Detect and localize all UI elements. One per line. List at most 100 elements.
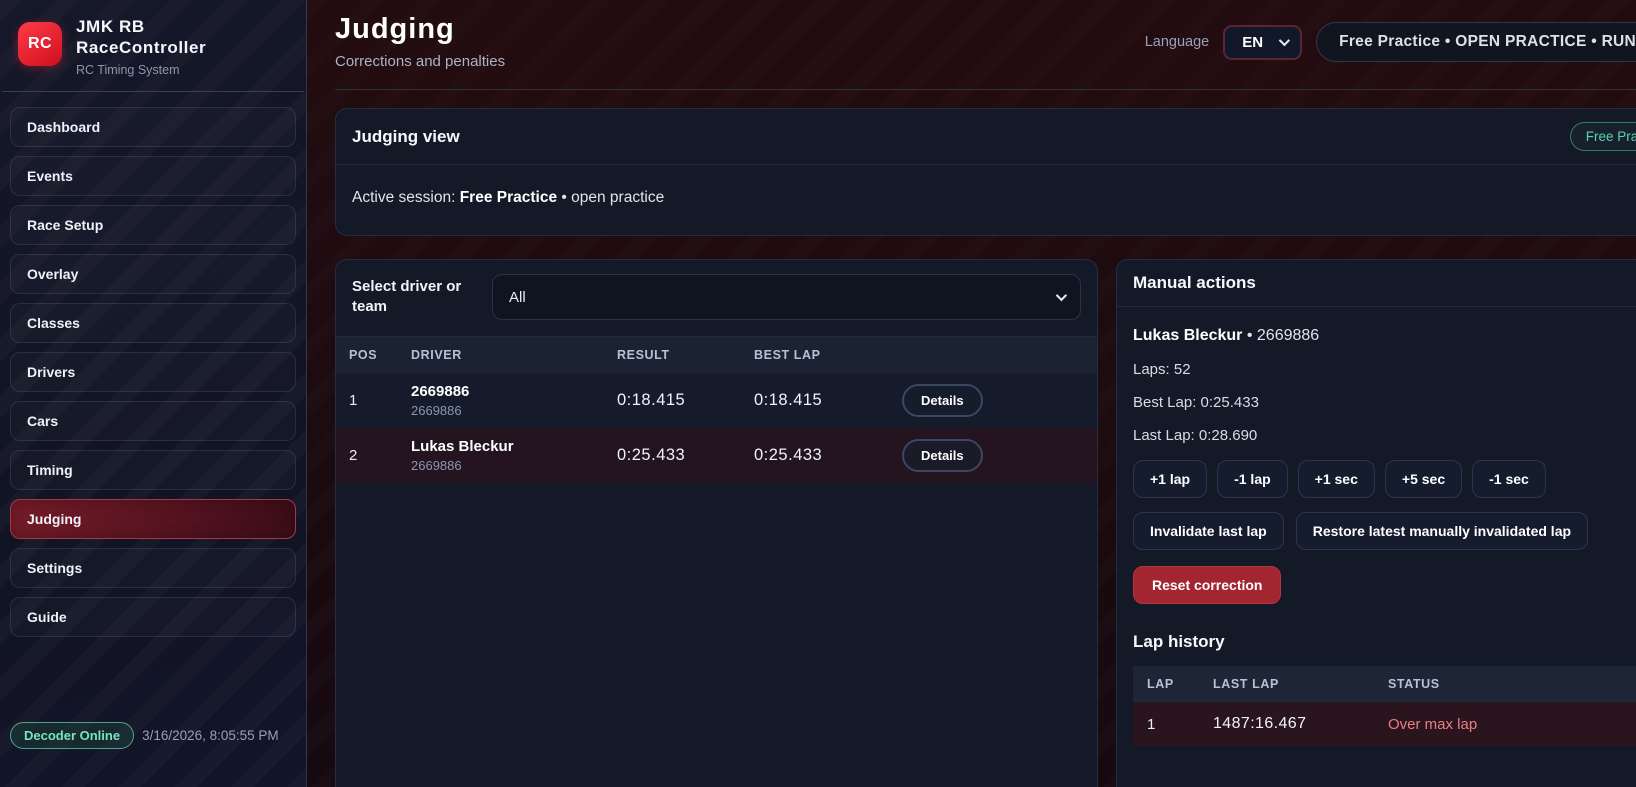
driver-select-row: Select driver or team All bbox=[336, 260, 1097, 337]
sidebar-item-race-setup[interactable]: Race Setup bbox=[10, 205, 296, 245]
lap-history-table: LAP LAST LAP STATUS 1 1487:16.467 Over m… bbox=[1133, 666, 1636, 746]
judging-view-header: Judging view Free Practice bbox=[336, 109, 1636, 165]
manual-actions-body: Lukas Bleckur • 2669886 Laps: 52 Best La… bbox=[1117, 307, 1636, 766]
sidebar-item-cars[interactable]: Cars bbox=[10, 401, 296, 441]
lap-history-title: Lap history bbox=[1133, 632, 1636, 652]
active-session-label: Active session: bbox=[352, 189, 455, 206]
col-header-best-lap: BEST LAP bbox=[754, 337, 902, 373]
sidebar-item-judging[interactable]: Judging bbox=[10, 499, 296, 539]
session-status-badge: Free Practice • OPEN PRACTICE • RUNNING bbox=[1316, 22, 1636, 62]
driver-select[interactable]: All bbox=[492, 274, 1081, 320]
driver-results-table: POS DRIVER RESULT BEST LAP 1 2669886 266… bbox=[336, 337, 1097, 483]
manual-actions-header: Manual actions bbox=[1117, 260, 1636, 307]
page-subtitle: Corrections and penalties bbox=[335, 53, 505, 70]
sidebar-item-classes[interactable]: Classes bbox=[10, 303, 296, 343]
col-header-status: STATUS bbox=[1388, 666, 1636, 702]
sidebar-item-drivers[interactable]: Drivers bbox=[10, 352, 296, 392]
col-header-actions bbox=[902, 337, 1097, 373]
cell-driver: Lukas Bleckur 2669886 bbox=[411, 428, 617, 483]
driver-select-value: All bbox=[509, 289, 526, 306]
sidebar-item-guide[interactable]: Guide bbox=[10, 597, 296, 637]
plus-5-sec-button[interactable]: +5 sec bbox=[1385, 460, 1462, 498]
lap-history-row[interactable]: 1 1487:16.467 Over max lap bbox=[1133, 702, 1636, 746]
cell-pos: 2 bbox=[336, 428, 411, 483]
decoder-online-badge: Decoder Online bbox=[10, 722, 134, 749]
reset-correction-button[interactable]: Reset correction bbox=[1133, 566, 1281, 604]
brand-subtitle: RC Timing System bbox=[76, 63, 206, 77]
best-lap-value: Best Lap: 0:25.433 bbox=[1133, 394, 1636, 411]
col-header-pos: POS bbox=[336, 337, 411, 373]
status-timestamp: 3/16/2026, 8:05:55 PM bbox=[142, 728, 279, 743]
minus-1-sec-button[interactable]: -1 sec bbox=[1472, 460, 1546, 498]
page-title: Judging bbox=[335, 13, 505, 46]
app-logo-icon: RC bbox=[18, 22, 62, 66]
active-session-type: • open practice bbox=[561, 189, 664, 206]
selected-driver-name: Lukas Bleckur bbox=[1133, 327, 1242, 344]
driver-transponder: 2669886 bbox=[411, 458, 617, 473]
manual-actions-card: Manual actions Lukas Bleckur • 2669886 L… bbox=[1116, 259, 1636, 787]
col-header-driver: DRIVER bbox=[411, 337, 617, 373]
driver-name: Lukas Bleckur bbox=[411, 438, 617, 455]
chevron-down-icon bbox=[1056, 290, 1067, 301]
language-label: Language bbox=[1145, 34, 1210, 50]
cell-lap-status: Over max lap bbox=[1388, 702, 1636, 746]
col-header-last-lap: LAST LAP bbox=[1213, 666, 1388, 702]
sidebar-item-overlay[interactable]: Overlay bbox=[10, 254, 296, 294]
plus-1-sec-button[interactable]: +1 sec bbox=[1298, 460, 1375, 498]
cell-pos: 1 bbox=[336, 373, 411, 428]
content-columns: Select driver or team All POS DRIVER RES… bbox=[335, 259, 1636, 787]
driver-name: 2669886 bbox=[411, 383, 617, 400]
active-session-line: Active session: Free Practice • open pra… bbox=[336, 165, 1636, 235]
cell-best-lap: 0:25.433 bbox=[754, 428, 902, 483]
col-header-lap: LAP bbox=[1133, 666, 1213, 702]
sidebar-nav: Dashboard Events Race Setup Overlay Clas… bbox=[0, 92, 306, 637]
plus-1-lap-button[interactable]: +1 lap bbox=[1133, 460, 1207, 498]
cell-lap-number: 1 bbox=[1133, 702, 1213, 746]
restore-invalidated-lap-button[interactable]: Restore latest manually invalidated lap bbox=[1296, 512, 1588, 550]
table-row[interactable]: 1 2669886 2669886 0:18.415 0:18.415 Deta… bbox=[336, 373, 1097, 428]
driver-results-card: Select driver or team All POS DRIVER RES… bbox=[335, 259, 1098, 787]
language-value: EN bbox=[1242, 34, 1263, 51]
sidebar-item-timing[interactable]: Timing bbox=[10, 450, 296, 490]
sidebar-item-events[interactable]: Events bbox=[10, 156, 296, 196]
judging-view-card: Judging view Free Practice Active sessio… bbox=[335, 108, 1636, 236]
driver-transponder: 2669886 bbox=[411, 403, 617, 418]
main-content: Judging Corrections and penalties Langua… bbox=[307, 0, 1636, 787]
cell-last-lap: 1487:16.467 bbox=[1213, 702, 1388, 746]
selected-driver-number: • 2669886 bbox=[1247, 327, 1319, 344]
last-lap-value: Last Lap: 0:28.690 bbox=[1133, 427, 1636, 444]
invalidate-last-lap-button[interactable]: Invalidate last lap bbox=[1133, 512, 1284, 550]
cell-best-lap: 0:18.415 bbox=[754, 373, 902, 428]
laps-count: Laps: 52 bbox=[1133, 361, 1636, 378]
col-header-result: RESULT bbox=[617, 337, 754, 373]
cell-actions: Details bbox=[902, 373, 1097, 428]
details-button[interactable]: Details bbox=[902, 439, 983, 472]
brand-title-line2: RaceController bbox=[76, 37, 206, 58]
lap-history-header-row: LAP LAST LAP STATUS bbox=[1133, 666, 1636, 702]
chevron-down-icon bbox=[1279, 35, 1290, 46]
details-button[interactable]: Details bbox=[902, 384, 983, 417]
lap-buttons-row: Invalidate last lap Restore latest manua… bbox=[1133, 512, 1636, 550]
decoder-status: Decoder Online 3/16/2026, 8:05:55 PM bbox=[10, 722, 279, 749]
language-select[interactable]: EN bbox=[1223, 25, 1302, 60]
manual-actions-title: Manual actions bbox=[1133, 273, 1256, 293]
brand-text: JMK RB RaceController RC Timing System bbox=[76, 16, 206, 77]
session-name-badge: Free Practice bbox=[1570, 122, 1636, 151]
minus-1-lap-button[interactable]: -1 lap bbox=[1217, 460, 1288, 498]
cell-result: 0:18.415 bbox=[617, 373, 754, 428]
sidebar: RC JMK RB RaceController RC Timing Syste… bbox=[0, 0, 307, 787]
sidebar-item-dashboard[interactable]: Dashboard bbox=[10, 107, 296, 147]
page-head: Judging Corrections and penalties bbox=[335, 0, 505, 70]
active-session-name: Free Practice bbox=[460, 189, 557, 206]
table-row[interactable]: 2 Lukas Bleckur 2669886 0:25.433 0:25.43… bbox=[336, 428, 1097, 483]
selected-driver-line: Lukas Bleckur • 2669886 bbox=[1133, 327, 1636, 345]
table-header-row: POS DRIVER RESULT BEST LAP bbox=[336, 337, 1097, 373]
cell-result: 0:25.433 bbox=[617, 428, 754, 483]
brand: RC JMK RB RaceController RC Timing Syste… bbox=[2, 0, 304, 92]
sidebar-item-settings[interactable]: Settings bbox=[10, 548, 296, 588]
judging-view-title: Judging view bbox=[352, 127, 460, 147]
header-controls: Language EN Free Practice • OPEN PRACTIC… bbox=[1145, 22, 1636, 62]
brand-title-line1: JMK RB bbox=[76, 16, 206, 37]
cell-actions: Details bbox=[902, 428, 1097, 483]
driver-select-label: Select driver or team bbox=[352, 277, 470, 318]
